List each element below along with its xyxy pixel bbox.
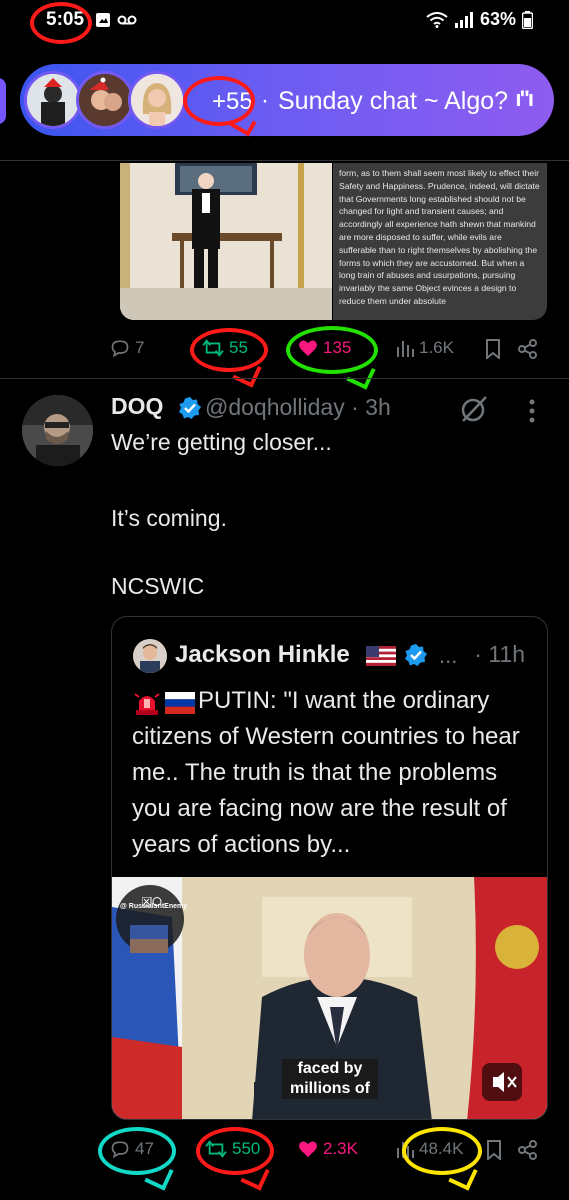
quoted-verified-badge-icon	[404, 643, 428, 672]
quoted-text: PUTIN: "I want the ordinary citizens of …	[132, 687, 520, 858]
video-caption: faced by millions of	[282, 1059, 378, 1099]
prev-tweet-actions: 7 55 135 1.6K	[0, 330, 569, 370]
more-options-icon[interactable]	[528, 398, 536, 429]
status-bar: 5:05 63%	[0, 0, 569, 44]
space-left-edge	[0, 78, 6, 124]
share-button[interactable]	[518, 1140, 538, 1160]
heart-icon	[299, 1141, 317, 1158]
like-count: 2.3K	[323, 1139, 358, 1158]
screenshot-icon	[95, 12, 111, 32]
battery-icon	[522, 10, 533, 29]
quoted-video[interactable]: @ RussiaIsntEnemy faced by millions of	[112, 877, 547, 1119]
space-speaker-avatar	[76, 71, 134, 129]
share-icon	[518, 339, 537, 359]
repost-count: 550	[232, 1139, 261, 1158]
tweet-actions: 47 550 2.3K 48.4K	[0, 1132, 569, 1172]
bookmark-icon	[487, 1140, 501, 1160]
wifi-icon	[426, 11, 448, 28]
bookmark-icon	[486, 339, 500, 359]
tweet-text-line: It’s coming.	[111, 505, 227, 531]
bookmark-button[interactable]	[486, 1140, 502, 1160]
divider	[0, 160, 569, 161]
reply-count: 47	[135, 1139, 154, 1158]
reply-button[interactable]: 7	[110, 338, 144, 358]
bookmark-button[interactable]	[485, 339, 501, 359]
divider	[0, 378, 569, 379]
signal-icon	[454, 11, 473, 28]
tweet-media-photo[interactable]	[120, 163, 332, 320]
like-button[interactable]: 2.3K	[298, 1139, 358, 1159]
like-button[interactable]: 135	[298, 338, 351, 358]
views-count: 1.6K	[419, 338, 454, 357]
status-right: 63%	[426, 9, 533, 30]
quoted-time: · 11h	[474, 641, 525, 667]
heart-icon	[299, 340, 317, 357]
voicemail-icon	[117, 13, 137, 30]
us-flag-icon	[366, 646, 396, 671]
space-host-avatar	[24, 71, 82, 129]
views-button[interactable]: 48.4K	[396, 1139, 463, 1159]
grok-icon[interactable]	[459, 394, 489, 429]
mute-icon[interactable]	[482, 1063, 522, 1101]
repost-icon	[205, 1140, 227, 1158]
share-icon	[518, 1140, 537, 1160]
reply-count: 7	[135, 338, 145, 357]
views-icon	[397, 341, 414, 357]
repost-icon	[202, 339, 224, 357]
reply-icon	[111, 340, 129, 358]
reply-button[interactable]: 47	[110, 1139, 154, 1159]
share-button[interactable]	[518, 339, 538, 359]
tweet-text-line: NCSWIC	[111, 573, 205, 599]
repost-button[interactable]: 550	[205, 1139, 260, 1159]
space-listener-count: +55	[212, 88, 253, 115]
views-count: 48.4K	[419, 1139, 464, 1158]
space-speaker-avatar	[128, 71, 186, 129]
like-count: 135	[323, 338, 352, 357]
tweet-media-document[interactable]: form, as to them shall seem most likely …	[333, 163, 547, 320]
document-text: form, as to them shall seem most likely …	[339, 168, 540, 306]
status-time: 5:05	[46, 9, 85, 30]
space-audio-icon: ı"ı	[515, 86, 534, 111]
verified-badge-icon	[178, 396, 202, 425]
quoted-tweet[interactable]: Jackson Hinkle ... · 11h PUTIN: "I want …	[111, 616, 548, 1120]
repost-count: 55	[229, 338, 248, 357]
quoted-author-name: Jackson Hinkle	[175, 641, 350, 668]
space-banner[interactable]: +55 · Sunday chat ~ Algo? ı"ı	[20, 64, 554, 136]
author-name[interactable]: DOQ	[111, 393, 163, 420]
space-separator: ·	[261, 87, 269, 114]
views-button[interactable]: 1.6K	[396, 338, 454, 358]
author-avatar[interactable]	[22, 395, 93, 466]
space-title: Sunday chat ~ Algo?	[278, 87, 509, 115]
reply-icon	[111, 1141, 129, 1159]
quoted-more: ...	[439, 643, 458, 668]
quoted-author-avatar	[133, 639, 167, 673]
repost-button[interactable]: 55	[202, 338, 248, 358]
tweet-text-line: We’re getting closer...	[111, 429, 332, 455]
author-handle[interactable]: @doqholliday · 3h	[205, 394, 391, 421]
views-icon	[397, 1142, 414, 1158]
battery-percent: 63%	[479, 9, 516, 29]
x-logo-icon	[141, 894, 162, 912]
